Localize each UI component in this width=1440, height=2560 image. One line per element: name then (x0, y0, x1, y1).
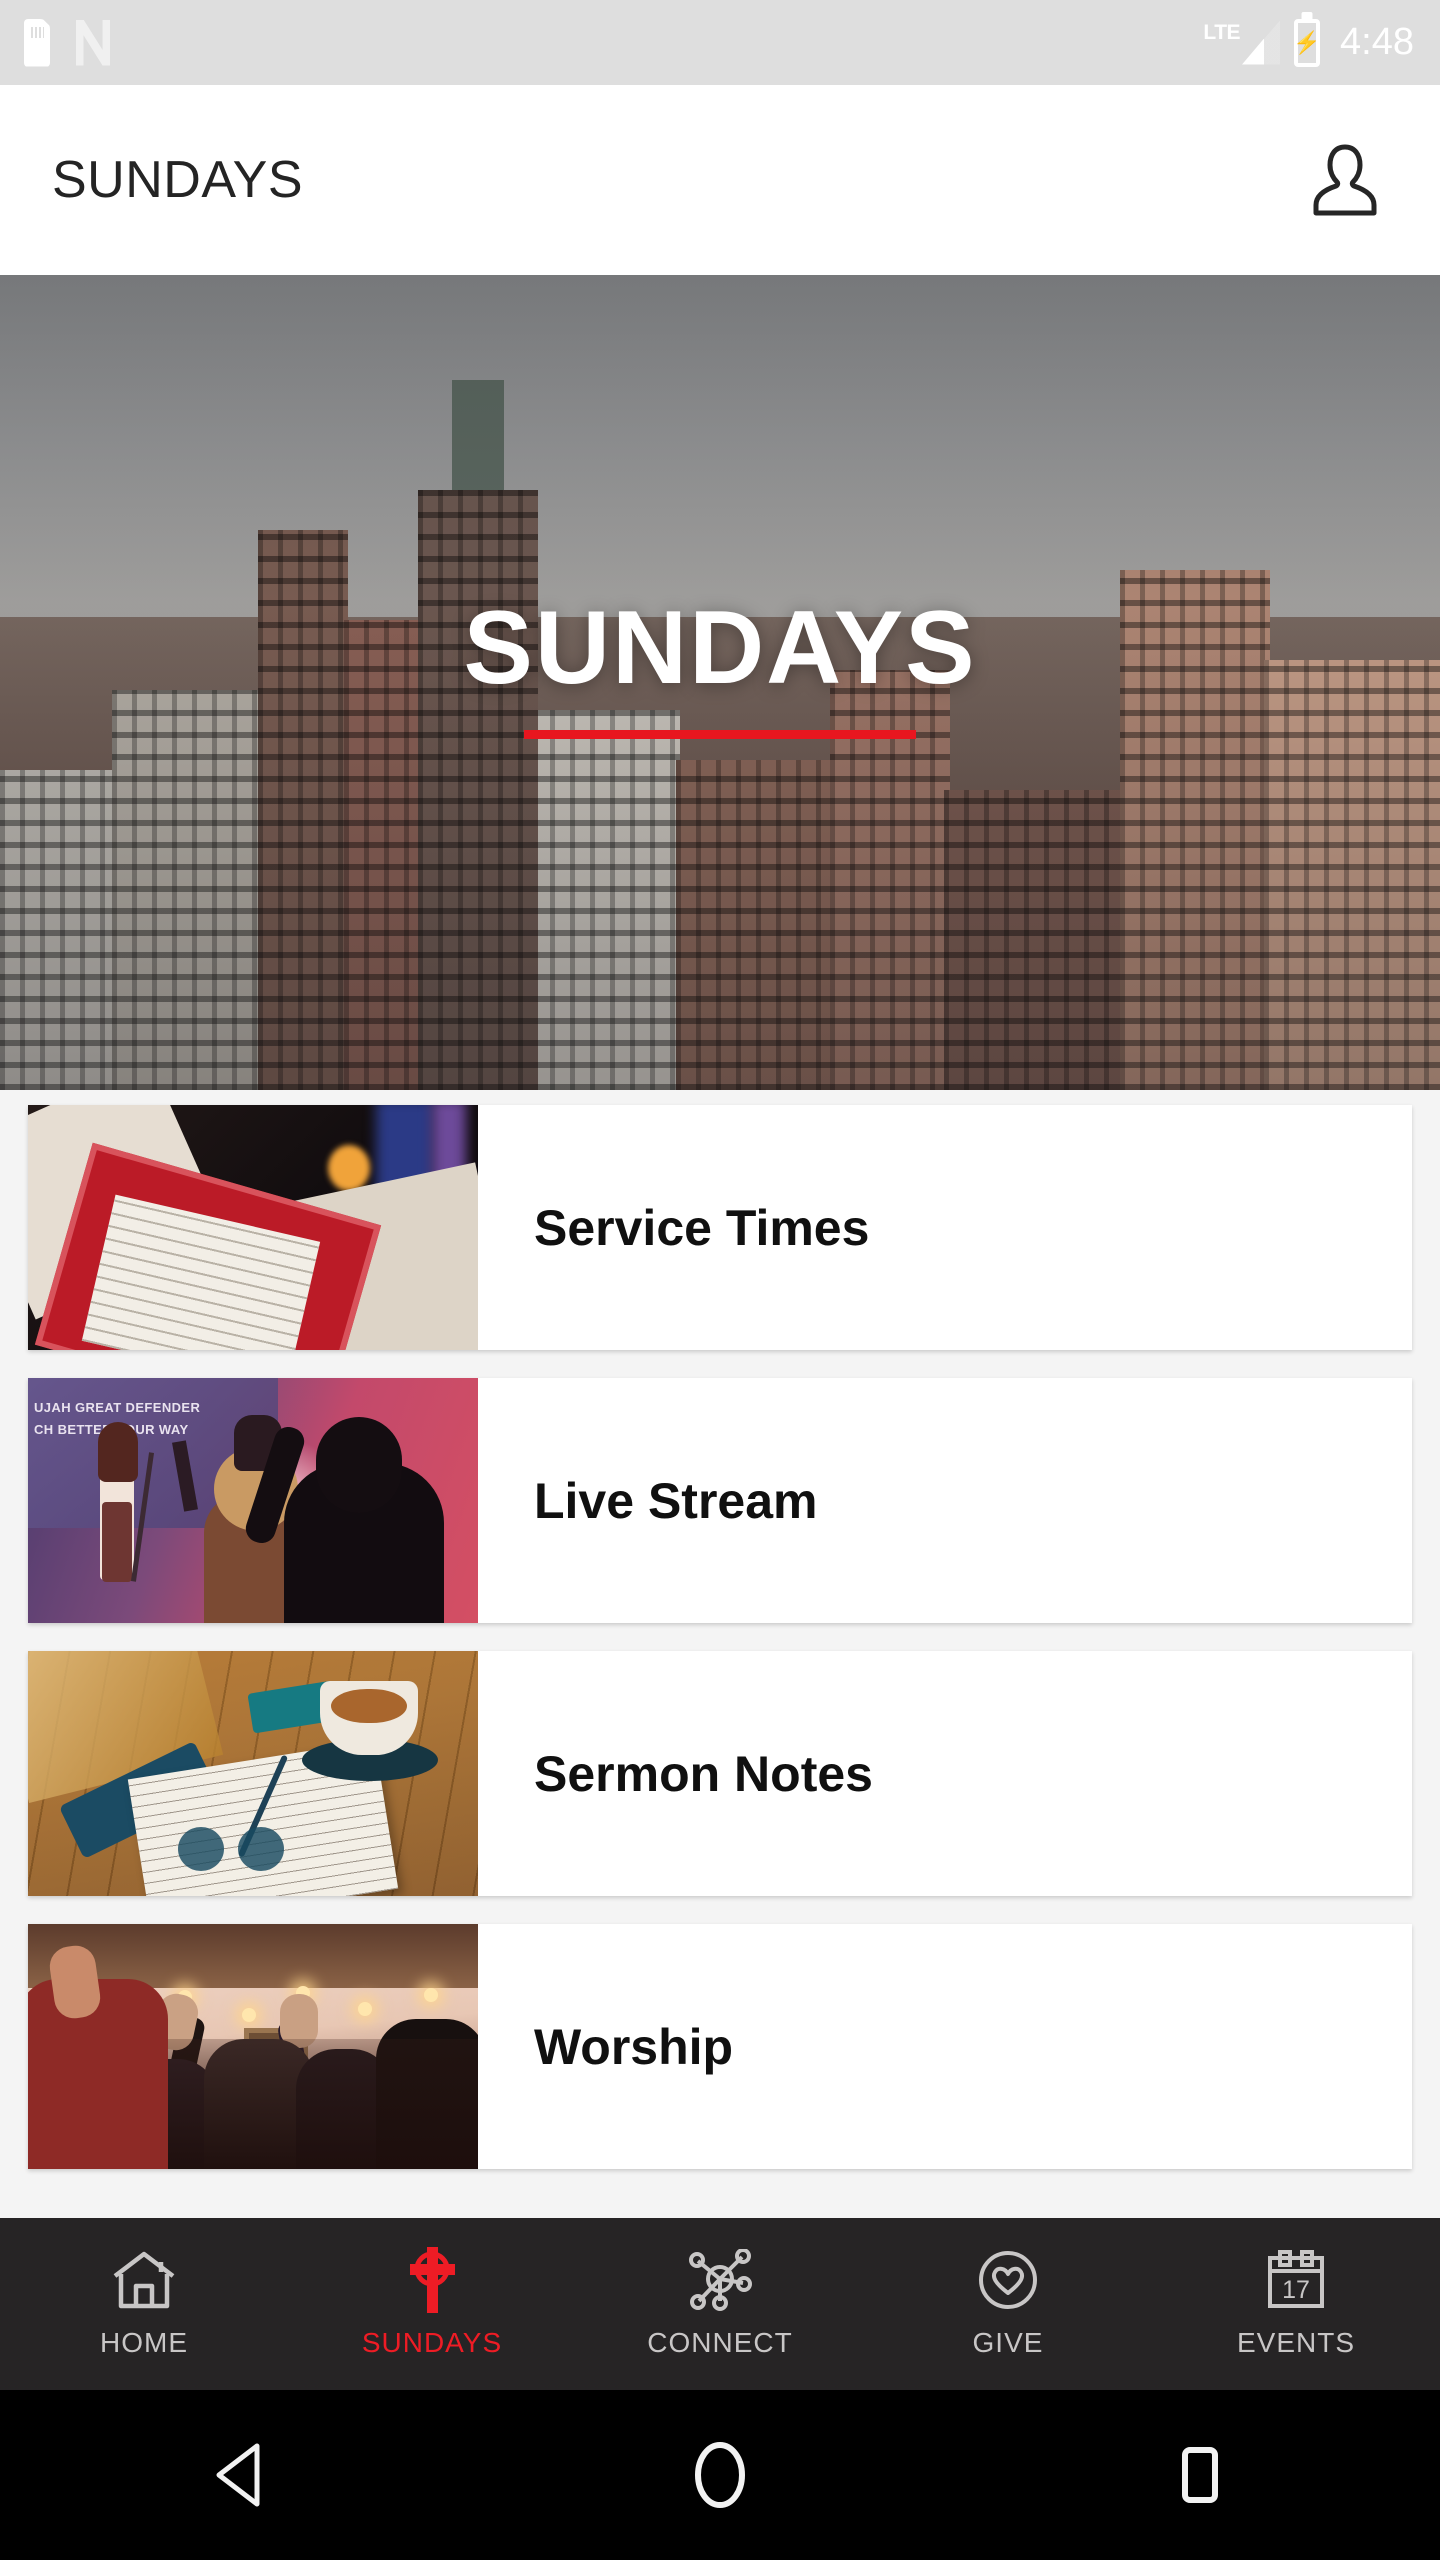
nfc-icon (76, 20, 110, 66)
page-title: SUNDAYS (52, 151, 304, 209)
status-bar: LTE 4:48 (0, 0, 1440, 85)
person-icon (1313, 144, 1377, 216)
tab-sundays[interactable]: SUNDAYS (288, 2218, 576, 2390)
hero-accent-rule (524, 730, 916, 739)
back-triangle-icon (216, 2443, 260, 2507)
heart-circle-icon (977, 2249, 1039, 2311)
notebook-coffee-thumbnail (28, 1651, 478, 1896)
status-bar-left-icons (0, 19, 110, 67)
list-item-label: Live Stream (478, 1378, 1412, 1623)
projected-lyric-line-1: UJAH GREAT DEFENDER (34, 1400, 201, 1415)
hero-title: SUNDAYS (463, 590, 977, 706)
tab-label: SUNDAYS (361, 2327, 503, 2358)
network-icon (687, 2249, 753, 2311)
battery-charging-icon (1294, 18, 1321, 67)
house-icon (111, 2249, 177, 2311)
sundays-card-list: Service Times UJAH GREAT DEFENDER CH BET… (0, 1105, 1440, 2197)
profile-button[interactable] (1290, 125, 1400, 235)
bottom-tab-bar: HOME SUNDAYS CONNECT GIVE 17 EVENTS (0, 2218, 1440, 2390)
sd-card-icon (24, 19, 50, 67)
sunglasses-shape (178, 1827, 298, 1873)
list-item-label: Worship (478, 1924, 1412, 2169)
calendar-day-number: 17 (1282, 2276, 1310, 2304)
tab-label: HOME (100, 2327, 188, 2358)
hero-banner[interactable]: SUNDAYS (0, 275, 1440, 1090)
lte-signal-icon: LTE (1203, 21, 1280, 65)
tab-connect[interactable]: CONNECT (576, 2218, 864, 2390)
cross-icon (403, 2247, 461, 2313)
tab-give[interactable]: GIVE (864, 2218, 1152, 2390)
app-bar: SUNDAYS (0, 85, 1440, 275)
calendar-icon: 17 (1264, 2249, 1328, 2311)
tab-label: GIVE (972, 2327, 1044, 2358)
sheet-music-thumbnail (28, 1105, 478, 1350)
list-item[interactable]: Worship (28, 1924, 1412, 2169)
card-title: Worship (534, 2018, 734, 2075)
tab-label: CONNECT (647, 2327, 793, 2358)
tab-events[interactable]: 17 EVENTS (1152, 2218, 1440, 2390)
home-button[interactable] (640, 2425, 800, 2525)
list-item-label: Service Times (478, 1105, 1412, 1350)
status-bar-right-icons: LTE 4:48 (1203, 18, 1440, 67)
home-circle-icon (695, 2442, 745, 2508)
card-title: Live Stream (534, 1472, 818, 1529)
list-item[interactable]: UJAH GREAT DEFENDER CH BETTER YOUR WAY L… (28, 1378, 1412, 1623)
recents-square-icon (1182, 2447, 1218, 2503)
recents-button[interactable] (1120, 2425, 1280, 2525)
list-item[interactable]: Service Times (28, 1105, 1412, 1350)
list-item[interactable]: Sermon Notes (28, 1651, 1412, 1896)
card-title: Sermon Notes (534, 1745, 873, 1802)
signal-strength-icon (1242, 21, 1280, 65)
app-screen: LTE 4:48 SUNDAYS (0, 0, 1440, 2560)
worship-concert-thumbnail: UJAH GREAT DEFENDER CH BETTER YOUR WAY (28, 1378, 478, 1623)
list-item-label: Sermon Notes (478, 1651, 1412, 1896)
hero-content: SUNDAYS (0, 275, 1440, 1090)
status-bar-clock: 4:48 (1340, 21, 1414, 63)
android-navigation-bar (0, 2390, 1440, 2560)
card-title: Service Times (534, 1199, 870, 1256)
tab-label: EVENTS (1236, 2327, 1356, 2358)
back-button[interactable] (160, 2425, 320, 2525)
lte-label: LTE (1203, 20, 1241, 44)
tab-home[interactable]: HOME (0, 2218, 288, 2390)
congregation-hands-thumbnail (28, 1924, 478, 2169)
